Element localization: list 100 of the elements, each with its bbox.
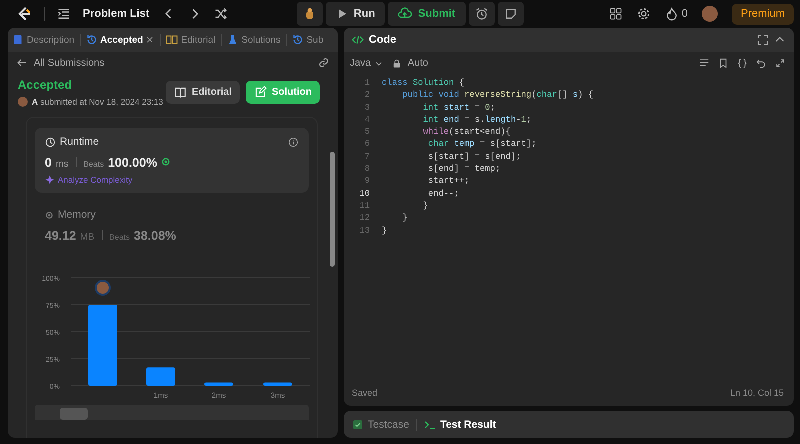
notes-button[interactable] <box>498 2 524 26</box>
flask-icon <box>226 34 239 46</box>
code-line: s[start] = s[end]; <box>427 150 522 164</box>
runtime-card[interactable]: Runtime 0 ms Beats 100.00% Analyze Complexity <box>35 128 309 193</box>
chart-scrollbar[interactable] <box>35 405 309 420</box>
streak-count: 0 <box>682 8 688 20</box>
scrollbar[interactable] <box>330 152 335 267</box>
panel-tab[interactable]: Editorial <box>166 34 216 46</box>
submit-button[interactable]: Submit <box>388 2 466 26</box>
panel-tab[interactable]: Sub <box>292 34 324 46</box>
undo-icon[interactable] <box>756 58 767 69</box>
list-icon[interactable] <box>57 7 71 21</box>
history-icon <box>86 34 98 46</box>
avatar <box>18 97 28 107</box>
edit-icon <box>254 86 267 99</box>
code-line: } <box>382 224 388 237</box>
run-button[interactable]: Run <box>326 2 386 26</box>
auto-mode-toggle[interactable]: Auto <box>392 58 428 69</box>
line-number: 12 <box>358 212 370 225</box>
lock-icon <box>392 58 402 68</box>
panel-tab[interactable]: Description <box>12 34 75 46</box>
memory-unit: MB <box>80 232 95 243</box>
code-line: start++; <box>427 175 470 188</box>
format-icon[interactable] <box>699 58 710 69</box>
timer-button[interactable] <box>468 2 495 26</box>
code-line: while(start<end){ <box>422 126 511 138</box>
runtime-beats: 100.00% <box>108 156 158 170</box>
flame-icon[interactable] <box>664 7 679 21</box>
line-number: 10 <box>358 188 370 200</box>
code-line: } <box>422 200 428 212</box>
line-number: 6 <box>364 138 370 151</box>
panel-tab[interactable]: Solutions <box>226 34 281 46</box>
line-number: 7 <box>364 150 370 164</box>
alarm-clock-icon <box>474 7 489 21</box>
chart-bar[interactable] <box>264 382 292 386</box>
code-icon <box>352 34 364 46</box>
panel-tab[interactable]: Testcase <box>352 418 410 430</box>
braces-icon[interactable] <box>737 58 748 69</box>
premium-button[interactable]: Premium <box>732 4 794 24</box>
panel-tab[interactable]: Test Result <box>424 418 496 430</box>
line-number: 5 <box>364 126 370 138</box>
clock-icon <box>45 136 56 148</box>
avatar[interactable] <box>702 6 718 22</box>
language-selector[interactable]: Java <box>350 58 384 69</box>
line-number: 13 <box>358 224 370 237</box>
code-line: s[end] = temp; <box>427 163 501 176</box>
close-icon[interactable] <box>145 35 156 45</box>
expand-icon[interactable] <box>775 58 786 69</box>
beats-label: Beats <box>110 233 130 242</box>
code-line: class Solution { <box>382 77 465 90</box>
status-text: Accepted <box>18 78 74 92</box>
editorial-button[interactable]: Editorial <box>166 81 240 104</box>
code-line: end--; <box>427 188 460 200</box>
logo-icon[interactable] <box>16 6 32 22</box>
sparkle-icon <box>45 175 55 185</box>
history-icon <box>292 34 304 46</box>
problem-list-link[interactable]: Problem List <box>83 8 150 20</box>
memory-icon <box>45 210 54 220</box>
chart-bar[interactable] <box>204 382 234 386</box>
grid-icon[interactable] <box>608 7 623 21</box>
settings-icon[interactable] <box>636 7 651 21</box>
link-icon[interactable] <box>318 57 330 69</box>
memory-beats: 38.08% <box>134 229 176 243</box>
document-icon <box>12 34 24 46</box>
line-number: 9 <box>364 175 370 188</box>
line-number: 11 <box>358 200 370 212</box>
runtime-value: 0 <box>45 156 52 170</box>
line-number: 1 <box>364 77 370 90</box>
runtime-unit: ms <box>56 159 69 170</box>
bookmark-icon[interactable] <box>718 58 729 69</box>
line-number: 2 <box>364 89 370 102</box>
cursor-position: Ln 10, Col 15 <box>730 388 784 398</box>
line-number: 3 <box>364 102 370 114</box>
code-line: int end = s.length-1; <box>422 114 532 126</box>
code-line: char temp = s[start]; <box>427 138 537 151</box>
line-number: 8 <box>364 163 370 176</box>
panel-tab[interactable]: Accepted <box>86 34 144 46</box>
panel-title: Code <box>369 34 396 46</box>
beats-label: Beats <box>84 160 104 169</box>
terminal-icon <box>424 418 436 430</box>
shuffle-icon[interactable] <box>214 7 228 21</box>
submitted-text: A submitted at Nov 18, 2024 23:13 <box>32 97 164 107</box>
debug-button[interactable] <box>296 2 323 26</box>
save-status: Saved <box>352 388 378 398</box>
checkbox-icon <box>352 418 364 430</box>
fullscreen-icon[interactable] <box>757 34 769 46</box>
avatar-marker-icon <box>95 280 111 296</box>
runtime-title: Runtime <box>60 136 100 148</box>
book-icon <box>174 86 187 99</box>
code-line: } <box>402 212 408 225</box>
info-icon[interactable] <box>288 136 299 148</box>
back-arrow-icon[interactable] <box>16 57 28 69</box>
memory-title: Memory <box>58 209 96 221</box>
note-icon <box>504 7 518 21</box>
all-submissions-link[interactable]: All Submissions <box>34 58 105 68</box>
code-line: public void reverseString(char[] s) { <box>402 89 594 102</box>
cloud-upload-icon <box>398 7 412 21</box>
badge-icon <box>161 157 172 167</box>
book-icon <box>166 34 178 46</box>
memory-value: 49.12 <box>45 229 76 243</box>
